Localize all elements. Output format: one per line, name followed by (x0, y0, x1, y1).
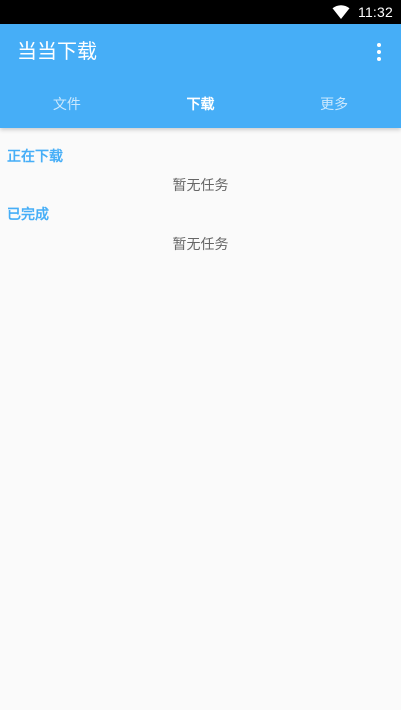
empty-text-completed: 暂无任务 (172, 237, 229, 253)
section-title-completed: 已完成 (7, 207, 49, 223)
wifi-icon (332, 5, 350, 19)
tab-downloads[interactable]: 下载 (134, 80, 268, 128)
tab-bar: 文件 下载 更多 (0, 80, 401, 128)
section-title-downloading: 正在下载 (7, 149, 63, 165)
status-time: 11:32 (358, 4, 393, 20)
app-title: 当当下载 (17, 39, 97, 63)
menu-dot (377, 57, 381, 61)
menu-dot (377, 43, 381, 47)
empty-text-downloading: 暂无任务 (172, 178, 229, 194)
tab-files[interactable]: 文件 (0, 80, 134, 128)
menu-dot (377, 50, 381, 54)
status-bar: 11:32 (0, 0, 401, 24)
status-icons: 11:32 (332, 0, 393, 24)
tab-more[interactable]: 更多 (267, 80, 401, 128)
more-vert-icon[interactable] (369, 38, 389, 66)
app-bar: 当当下载 文件 下载 更多 (0, 24, 401, 128)
